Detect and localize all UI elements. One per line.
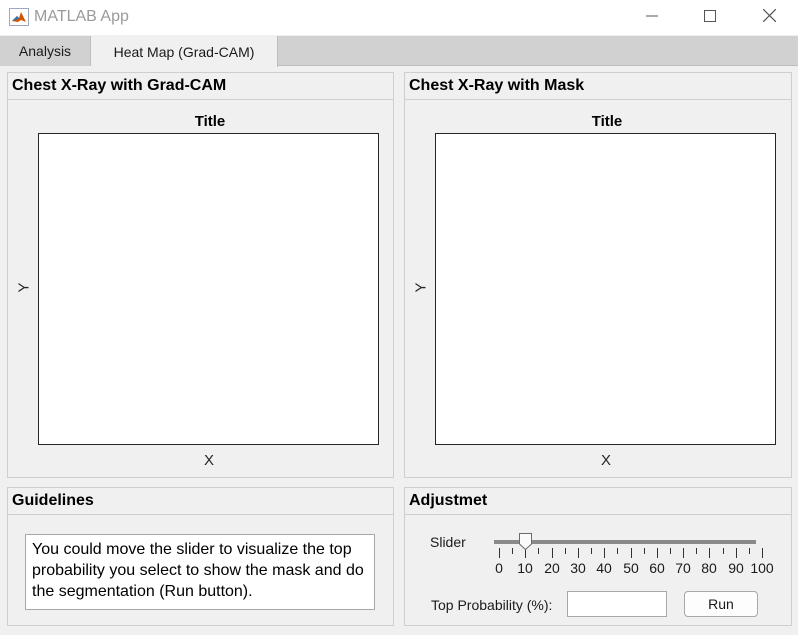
slider-minor-tick — [591, 548, 592, 554]
top-probability-slider[interactable]: 0 10 20 30 40 50 60 70 80 90 100 — [488, 528, 774, 578]
slider-major-tick — [499, 548, 500, 558]
adjustment-panel-header: Adjustmet — [405, 488, 791, 515]
mask-axes[interactable] — [435, 133, 776, 445]
slider-tick-label: 10 — [517, 560, 533, 576]
mask-axes-title: Title — [591, 113, 623, 130]
slider-tick-label: 40 — [596, 560, 612, 576]
slider-tick-label: 100 — [750, 560, 774, 576]
maximize-icon — [704, 9, 716, 27]
gradcam-axes[interactable] — [38, 133, 379, 445]
slider-thumb[interactable] — [519, 533, 532, 551]
gradcam-panel: Chest X-Ray with Grad-CAM Title X Y — [7, 72, 394, 478]
minimize-button[interactable] — [623, 0, 681, 35]
mask-x-label: X — [600, 452, 611, 469]
mask-panel: Chest X-Ray with Mask Title X Y — [404, 72, 792, 478]
slider-major-tick — [552, 548, 553, 558]
gradcam-axes-title: Title — [194, 113, 226, 130]
slider-minor-tick — [538, 548, 539, 554]
gradcam-panel-header: Chest X-Ray with Grad-CAM — [8, 73, 393, 100]
adjustment-panel: Adjustmet Slider 0 10 20 30 40 50 60 70 80 90 100 … — [404, 487, 792, 626]
slider-major-tick — [631, 548, 632, 558]
top-probability-input[interactable] — [567, 591, 667, 617]
slider-major-tick — [736, 548, 737, 558]
top-probability-label: Top Probability (%): — [431, 597, 553, 613]
gradcam-y-label: Y — [15, 282, 33, 293]
close-button[interactable] — [740, 0, 798, 35]
run-button[interactable]: Run — [684, 591, 758, 617]
slider-major-tick — [578, 548, 579, 558]
slider-minor-tick — [723, 548, 724, 554]
guidelines-text: You could move the slider to visualize t… — [25, 534, 375, 610]
mask-panel-header: Chest X-Ray with Mask — [405, 73, 791, 100]
slider-minor-tick — [644, 548, 645, 554]
slider-minor-tick — [696, 548, 697, 554]
mask-y-label: Y — [412, 282, 430, 293]
slider-tick-label: 80 — [701, 560, 717, 576]
slider-major-tick — [762, 548, 763, 558]
slider-major-tick — [657, 548, 658, 558]
guidelines-panel: Guidelines You could move the slider to … — [7, 487, 394, 626]
slider-minor-tick — [512, 548, 513, 554]
slider-major-tick — [683, 548, 684, 558]
slider-minor-tick — [749, 548, 750, 554]
slider-label: Slider — [430, 534, 466, 550]
tab-heat-map[interactable]: Heat Map (Grad-CAM) — [91, 36, 278, 67]
slider-minor-tick — [670, 548, 671, 554]
slider-major-tick — [709, 548, 710, 558]
slider-minor-tick — [565, 548, 566, 554]
tab-analysis[interactable]: Analysis — [0, 36, 91, 66]
tab-strip: Analysis Heat Map (Grad-CAM) — [0, 36, 798, 67]
close-icon — [762, 8, 776, 27]
slider-minor-tick — [617, 548, 618, 554]
minimize-icon — [646, 9, 658, 27]
window-title: MATLAB App — [34, 8, 129, 25]
slider-track — [494, 540, 756, 544]
slider-major-tick — [604, 548, 605, 558]
guidelines-panel-header: Guidelines — [8, 488, 393, 515]
matlab-logo-icon — [9, 8, 29, 26]
gradcam-x-label: X — [203, 452, 214, 469]
title-bar: MATLAB App — [0, 0, 798, 35]
maximize-button[interactable] — [681, 0, 739, 35]
